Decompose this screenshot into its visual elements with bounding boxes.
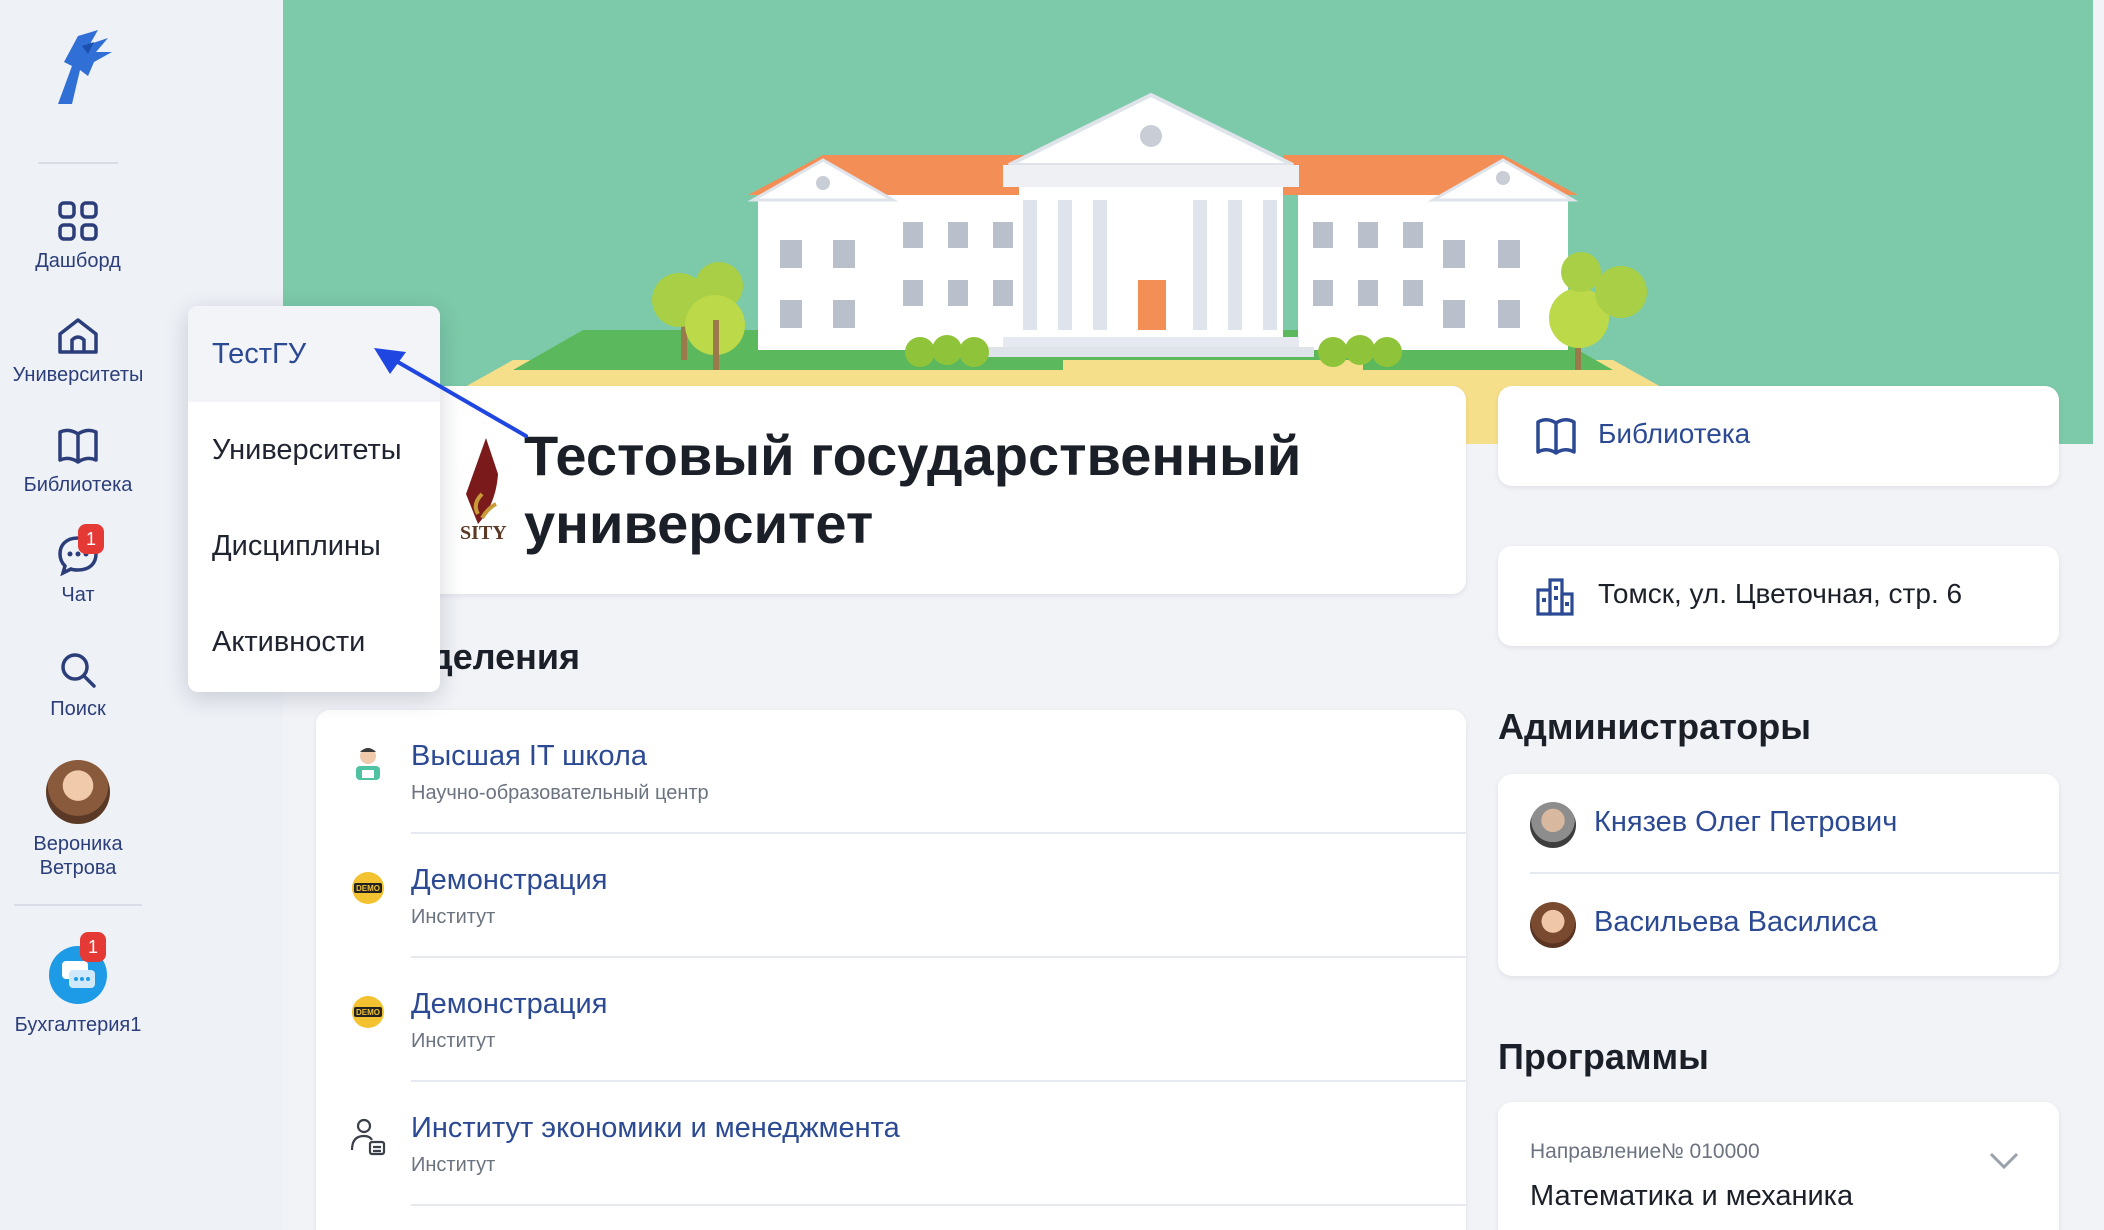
address-text: Томск, ул. Цветочная, стр. 6 [1598, 578, 1963, 609]
admins-heading: Администраторы [1498, 706, 1812, 747]
university-title: Тестовый государственный университет [524, 422, 1384, 558]
address-card: Томск, ул. Цветочная, стр. 6 [1498, 546, 2059, 646]
sidebar-divider [38, 162, 118, 164]
sidebar-item-dashboard[interactable]: Дашборд [0, 200, 156, 273]
program-card[interactable]: Направление№ 010000 Математика и механик… [1498, 1102, 2059, 1230]
demo-badge-icon: DEMO [352, 872, 384, 904]
department-name[interactable]: Демонстрация [411, 988, 607, 1021]
sidebar-bot-accounting[interactable]: Бухгалтерия1 1 [0, 932, 156, 1037]
sidebar-item-label: Университеты [12, 364, 144, 386]
list-item[interactable]: DEMO Демонстрация Институт [316, 958, 1466, 1082]
menu-item-activities[interactable]: Активности [188, 594, 440, 690]
sidebar-item-label: Чат [61, 584, 95, 606]
economics-institute-icon [350, 1118, 386, 1156]
sidebar-item-chat[interactable]: Чат 1 [0, 524, 156, 607]
chevron-down-icon[interactable] [1989, 1152, 2019, 1170]
department-name[interactable]: Институт экономики и менеджмента [411, 1112, 900, 1145]
row-divider [411, 1204, 1466, 1206]
user-last-name: Ветрова [39, 857, 117, 879]
sidebar-item-label: Библиотека [23, 474, 133, 496]
department-type: Институт [411, 1030, 496, 1052]
university-title-card: SITY Тестовый государственный университе… [398, 386, 1466, 594]
chat-unread-badge: 1 [78, 524, 104, 554]
library-link-label: Библиотека [1598, 418, 1751, 449]
university-crest-icon: SITY [460, 438, 507, 544]
sidebar-item-universities[interactable]: Университеты [0, 316, 156, 387]
sidebar-item-library[interactable]: Библиотека [0, 426, 156, 497]
admin-name[interactable]: Князев Олег Петрович [1594, 806, 1897, 839]
department-type: Институт [411, 906, 496, 928]
department-type: Институт [411, 1154, 496, 1176]
department-name[interactable]: Демонстрация [411, 864, 607, 897]
bot-unread-badge: 1 [80, 932, 106, 962]
list-item[interactable]: Институт экономики и менеджмента Институ… [316, 1082, 1466, 1206]
svg-text:DEMO: DEMO [356, 884, 380, 893]
building-icon [1536, 578, 1574, 616]
sidebar-divider [14, 904, 142, 906]
sidebar-user[interactable]: Вероника Ветрова [0, 760, 156, 880]
user-first-name: Вероника [33, 833, 123, 855]
university-building-illustration [363, 92, 1763, 444]
svg-text:DEMO: DEMO [356, 1008, 380, 1017]
admin-row[interactable]: Князев Олег Петрович [1498, 774, 2059, 874]
departments-list: Высшая IT школа Научно-образовательный ц… [316, 710, 1466, 1230]
admin-avatar [1530, 902, 1576, 948]
sidebar-item-search[interactable]: Поиск [0, 650, 156, 721]
program-name: Математика и механика [1530, 1180, 1854, 1212]
university-banner [283, 0, 2093, 444]
app-logo-icon[interactable] [38, 26, 124, 106]
department-type: Научно-образовательный центр [411, 782, 709, 804]
library-link-card[interactable]: Библиотека [1498, 386, 2059, 486]
it-school-icon [356, 748, 380, 780]
sidebar-item-label: Дашборд [35, 250, 121, 272]
search-icon [61, 653, 96, 688]
book-icon [1536, 418, 1576, 455]
university-title-line1: Тестовый государственный [524, 424, 1302, 487]
university-title-line2: университет [524, 492, 874, 555]
annotation-arrow-icon [374, 348, 528, 438]
crest-text: SITY [460, 522, 507, 544]
sidebar-item-label: Поиск [50, 698, 106, 720]
menu-item-disciplines[interactable]: Дисциплины [188, 498, 440, 594]
list-item[interactable]: DEMO Демонстрация Институт [316, 834, 1466, 958]
admin-row[interactable]: Васильева Василиса [1498, 874, 2059, 974]
department-name[interactable]: Высшая IT школа [411, 740, 647, 773]
list-item[interactable]: Высшая IT школа Научно-образовательный ц… [316, 710, 1466, 834]
demo-badge-icon: DEMO [352, 996, 384, 1028]
programs-heading: Программы [1498, 1036, 1709, 1077]
university-home-icon [58, 318, 98, 354]
admin-avatar [1530, 802, 1576, 848]
sidebar-item-label: Бухгалтерия1 [14, 1014, 142, 1036]
program-number: Направление№ 010000 [1530, 1140, 1760, 1163]
dashboard-grid-icon [58, 201, 98, 241]
book-icon [58, 428, 98, 464]
user-avatar [46, 760, 110, 824]
admin-name[interactable]: Васильева Василиса [1594, 906, 1878, 939]
admins-list: Князев Олег Петрович Васильева Василиса [1498, 774, 2059, 976]
